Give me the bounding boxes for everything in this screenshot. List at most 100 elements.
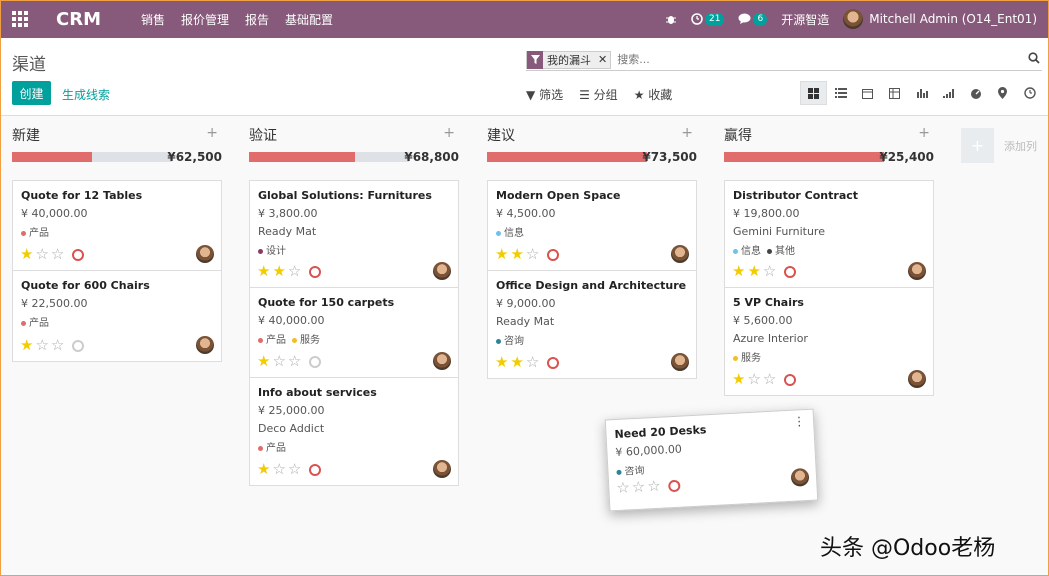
activity-clock-icon[interactable] — [72, 248, 85, 261]
search-input[interactable] — [617, 53, 998, 66]
priority-star-icon[interactable]: ★ — [257, 264, 270, 279]
quick-create-plus-icon[interactable]: + — [681, 125, 693, 141]
priority-star-icon[interactable]: ★ — [257, 354, 270, 369]
priority-star-icon[interactable]: ★ — [510, 355, 523, 370]
column-title[interactable]: 新建 — [12, 125, 40, 145]
priority-star-icon[interactable]: ★ — [20, 247, 33, 262]
search-icon[interactable] — [1028, 52, 1040, 67]
bug-icon[interactable] — [665, 13, 677, 25]
favorites-dropdown[interactable]: ★ 收藏 — [634, 86, 673, 103]
activity-clock-icon[interactable] — [309, 463, 322, 476]
priority-star-icon[interactable]: ☆ — [616, 478, 630, 497]
dashboard-view-icon[interactable] — [962, 81, 989, 105]
priority-star-icon[interactable]: ☆ — [763, 264, 776, 279]
column-title[interactable]: 建议 — [487, 125, 515, 145]
card-menu-icon[interactable]: ⋮ — [793, 414, 806, 429]
messages-icon[interactable]: 6 — [738, 12, 768, 26]
calendar-view-icon[interactable] — [854, 81, 881, 105]
priority-star-icon[interactable]: ☆ — [288, 354, 301, 369]
tag: 产品 — [258, 331, 286, 346]
priority-star-icon[interactable]: ☆ — [35, 247, 48, 262]
company-switcher[interactable]: 开源智造 — [781, 11, 829, 28]
kanban-card[interactable]: Modern Open Space ¥ 4,500.00 信息 ★ ★ ☆ — [488, 181, 696, 271]
groupby-dropdown[interactable]: ☰ 分组 — [579, 86, 618, 103]
priority-star-icon[interactable]: ☆ — [647, 477, 661, 496]
quick-create-plus-icon[interactable]: + — [918, 125, 930, 141]
priority-star-icon[interactable]: ☆ — [51, 247, 64, 262]
column-progress-bar[interactable] — [12, 152, 172, 162]
priority-star-icon[interactable]: ★ — [257, 462, 270, 477]
kanban-card[interactable]: Quote for 600 Chairs ¥ 22,500.00 产品 ★ ☆ ☆ — [13, 271, 221, 361]
search-facet[interactable]: 我的漏斗 ✕ — [526, 50, 612, 69]
tag: 信息 — [733, 242, 761, 257]
add-column[interactable]: + 添加列 — [961, 128, 1037, 163]
menu-sales[interactable]: 销售 — [141, 11, 165, 28]
activity-clock-icon[interactable] — [547, 356, 560, 369]
map-view-icon[interactable] — [989, 81, 1016, 105]
priority-star-icon[interactable]: ☆ — [35, 338, 48, 353]
priority-star-icon[interactable]: ☆ — [288, 264, 301, 279]
priority-star-icon[interactable]: ☆ — [526, 247, 539, 262]
column-progress-bar[interactable] — [724, 152, 884, 162]
priority-star-icon[interactable]: ★ — [732, 264, 745, 279]
activity-clock-icon[interactable] — [72, 339, 85, 352]
filters-dropdown[interactable]: ▼ 筛选 — [526, 86, 563, 103]
priority-star-icon[interactable]: ☆ — [51, 338, 64, 353]
activity-clock-icon[interactable] — [547, 248, 560, 261]
priority-star-icon[interactable]: ★ — [495, 247, 508, 262]
quick-create-plus-icon[interactable]: + — [206, 125, 218, 141]
generate-leads-button[interactable]: 生成线索 — [62, 86, 110, 103]
tag-label: 信息 — [741, 246, 761, 257]
column-title[interactable]: 验证 — [249, 125, 277, 145]
kanban-card[interactable]: Quote for 12 Tables ¥ 40,000.00 产品 ★ ☆ ☆ — [13, 181, 221, 271]
priority-star-icon[interactable]: ★ — [20, 338, 33, 353]
list-view-icon[interactable] — [827, 81, 854, 105]
priority-star-icon[interactable]: ☆ — [526, 355, 539, 370]
menu-reports[interactable]: 报告 — [245, 11, 269, 28]
priority-star-icon[interactable]: ☆ — [747, 372, 760, 387]
activity-clock-icon[interactable] — [784, 373, 797, 386]
priority-star-icon[interactable]: ☆ — [631, 478, 645, 497]
activity-clock-icon[interactable] — [668, 479, 681, 492]
activity-clock-icon[interactable] — [309, 265, 322, 278]
pivot-view-icon[interactable] — [881, 81, 908, 105]
priority-star-icon[interactable]: ☆ — [272, 462, 285, 477]
activity-view-icon[interactable] — [1016, 81, 1043, 105]
tag-color-dot — [292, 337, 297, 343]
kanban-card[interactable]: 5 VP Chairs ¥ 5,600.00 Azure Interior 服务 ★ ☆ ☆ — [725, 288, 933, 395]
remove-facet-icon[interactable]: ✕ — [595, 53, 610, 66]
kanban-card[interactable]: Quote for 150 carpets ¥ 40,000.00 产品 服务 ★ ☆ ☆ — [250, 288, 458, 378]
kanban-card[interactable]: Office Design and Architecture ¥ 9,000.00… — [488, 271, 696, 378]
app-brand[interactable]: CRM — [56, 9, 101, 30]
kanban-card[interactable]: Distributor Contract ¥ 19,800.00 Gemini Fu… — [725, 181, 933, 288]
activity-clock-icon[interactable] — [309, 355, 322, 368]
kanban-view-icon[interactable] — [800, 81, 827, 105]
activity-clock-icon[interactable]: 21 — [691, 12, 725, 26]
quick-create-plus-icon[interactable]: + — [443, 125, 455, 141]
kanban-card[interactable]: Global Solutions: Furnitures ¥ 3,800.00 Re… — [250, 181, 458, 288]
graph-view-icon[interactable] — [908, 81, 935, 105]
user-menu[interactable]: Mitchell Admin (O14_Ent01) — [843, 9, 1037, 29]
priority-star-icon[interactable]: ★ — [272, 264, 285, 279]
priority-star-icon[interactable]: ★ — [495, 355, 508, 370]
card-tags: 产品 服务 — [258, 331, 450, 346]
column-progress-bar[interactable] — [249, 152, 409, 162]
menu-configuration[interactable]: 基础配置 — [285, 11, 333, 28]
progress-fill — [724, 152, 884, 162]
column-title[interactable]: 赢得 — [724, 125, 752, 145]
menu-quotations[interactable]: 报价管理 — [181, 11, 229, 28]
column-progress-bar[interactable] — [487, 152, 647, 162]
priority-star-icon[interactable]: ☆ — [763, 372, 776, 387]
priority-star-icon[interactable]: ★ — [510, 247, 523, 262]
priority-star-icon[interactable]: ☆ — [288, 462, 301, 477]
priority-star-icon[interactable]: ☆ — [272, 354, 285, 369]
cohort-view-icon[interactable] — [935, 81, 962, 105]
create-button[interactable]: 创建 — [12, 81, 51, 105]
activity-clock-icon[interactable] — [784, 265, 797, 278]
add-column-plus-icon[interactable]: + — [961, 128, 994, 163]
apps-menu-icon[interactable] — [0, 0, 40, 38]
priority-star-icon[interactable]: ★ — [747, 264, 760, 279]
kanban-card[interactable]: Info about services ¥ 25,000.00 Deco Addic… — [250, 378, 458, 485]
priority-star-icon[interactable]: ★ — [732, 372, 745, 387]
dragged-card[interactable]: ⋮ Need 20 Desks ¥ 60,000.00 咨询 ☆ ☆ ☆ — [604, 408, 819, 512]
